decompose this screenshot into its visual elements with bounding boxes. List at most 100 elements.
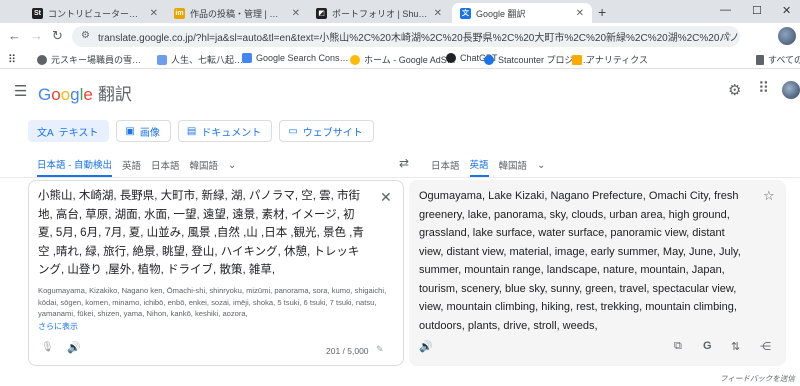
mode-text-button[interactable]: 文A テキスト <box>28 120 110 142</box>
close-tab-icon[interactable]: ✕ <box>576 8 584 19</box>
new-tab-icon[interactable]: + <box>598 4 606 20</box>
image-icon: ▣ <box>125 125 135 137</box>
forward-icon[interactable]: → <box>30 28 43 43</box>
save-translation-star-icon[interactable]: ☆ <box>763 188 775 204</box>
chevron-down-icon[interactable]: ⌄ <box>537 160 545 171</box>
minimize-icon[interactable]: — <box>720 4 731 16</box>
tab-strip: St コントリビューターの投稿播出：レビ… ✕ im 作品の投稿・管理 | イメ… <box>0 0 800 23</box>
bookmark-star-icon[interactable]: ☆ <box>721 29 732 43</box>
bookmark-3[interactable]: Google Search Cons… <box>242 53 349 63</box>
share-icon[interactable]: ⋲ <box>760 340 771 353</box>
tab-title: Google 翻訳 <box>476 8 526 19</box>
search-console-icon <box>242 53 252 63</box>
transliteration-text: Kogumayama, Kizakiko, Nagano ken, Ōmachi… <box>38 286 387 318</box>
browser-tab-1[interactable]: St コントリビューターの投稿播出：レビ… ✕ <box>24 3 166 23</box>
settings-gear-icon[interactable]: ⚙ <box>728 81 741 99</box>
google-icon[interactable]: G <box>703 340 712 352</box>
bookmark-label: 人生、七転八起… <box>171 55 244 65</box>
mode-label: テキスト <box>58 127 99 139</box>
adsense-icon <box>350 54 360 65</box>
listen-source-icon[interactable]: 🔊 <box>67 341 81 354</box>
target-lang-japanese[interactable]: 日本語 <box>431 154 460 176</box>
google-apps-icon[interactable]: ⠿ <box>758 79 769 97</box>
mode-website-button[interactable]: ▭ ウェブサイト <box>279 120 374 142</box>
target-language-bar: 日本語 英語 韓国語 ⌄ <box>431 153 545 177</box>
bookmark-4[interactable]: ホーム - Google AdS… <box>350 53 456 66</box>
divider <box>0 177 800 178</box>
swap-languages-icon[interactable]: ⇄ <box>399 156 409 170</box>
url-text: translate.google.co.jp/?hl=ja&sl=auto&tl… <box>98 33 740 44</box>
chatgpt-icon <box>446 53 456 63</box>
shutterstock-icon: ◩ <box>316 7 327 19</box>
source-lang-korean[interactable]: 韓国語 <box>189 154 218 176</box>
shutterstock-contributor-icon: St <box>32 7 43 19</box>
close-window-icon[interactable]: ✕ <box>782 4 791 17</box>
translation-panel: Ogumayama, Lake Kizaki, Nagano Prefectur… <box>409 180 786 366</box>
source-lang-japanese[interactable]: 日本語 <box>151 154 180 176</box>
browser-tab-4[interactable]: 文 Google 翻訳 ✕ <box>452 3 592 23</box>
bookmark-label: Google Search Cons… <box>256 53 349 63</box>
browser-tab-2[interactable]: im 作品の投稿・管理 | イメージマート ✕ <box>166 3 308 23</box>
handwriting-icon[interactable]: ✎ <box>376 344 384 355</box>
target-lang-korean[interactable]: 韓国語 <box>499 154 528 176</box>
listen-translation-icon[interactable]: 🔊 <box>419 340 433 353</box>
profile-avatar[interactable] <box>778 27 796 45</box>
clear-text-icon[interactable]: ✕ <box>380 189 392 206</box>
logo-letter: o <box>51 85 61 104</box>
reload-icon[interactable]: ↻ <box>52 28 63 44</box>
bookmark-2[interactable]: 人生、七転八起… <box>157 53 243 66</box>
google-translate-icon: 文 <box>460 7 471 19</box>
statcounter-icon <box>484 54 494 65</box>
maximize-icon[interactable]: ☐ <box>752 4 762 17</box>
mode-label: 画像 <box>139 127 160 139</box>
source-panel: 小熊山, 木崎湖, 長野県, 大町市, 新緑, 湖, パノラマ, 空, 雲, 市… <box>28 180 404 366</box>
character-count: 201 / 5,000 <box>326 346 369 356</box>
close-tab-icon[interactable]: ✕ <box>292 8 300 19</box>
bookmark-7[interactable]: アナリティクス <box>572 53 648 66</box>
folder-icon <box>756 54 764 65</box>
apps-grid-icon[interactable]: ⠿ <box>8 53 16 66</box>
address-bar[interactable]: ⚙ translate.google.co.jp/?hl=ja&sl=auto&… <box>72 26 740 47</box>
globe-icon <box>37 54 47 65</box>
logo-letter: G <box>38 85 52 104</box>
browser-toolbar: ← → ↻ ⚙ translate.google.co.jp/?hl=ja&sl… <box>0 23 800 50</box>
account-avatar[interactable] <box>782 81 800 99</box>
bookmark-label: アナリティクス <box>586 55 649 65</box>
main-menu-icon[interactable]: ☰ <box>14 82 27 100</box>
mode-image-button[interactable]: ▣ 画像 <box>116 120 171 142</box>
copy-icon[interactable]: ⧉ <box>674 340 682 353</box>
source-text-input[interactable]: 小熊山, 木崎湖, 長野県, 大町市, 新緑, 湖, パノラマ, 空, 雲, 市… <box>38 187 368 280</box>
tab-title: ポートフォリオ | Shutterstock <box>332 8 429 19</box>
bookmark-label: 元スキー場職員の雪… <box>51 55 142 65</box>
back-icon[interactable]: ← <box>8 28 21 43</box>
google-translate-logo[interactable]: G o o g l e 翻訳 <box>38 80 132 105</box>
chevron-down-icon[interactable]: ⌄ <box>228 160 236 171</box>
mode-label: ウェブサイト <box>302 127 363 139</box>
bookmarks-bar: ⠿ 元スキー場職員の雪… 人生、七転八起… Google Search Cons… <box>0 50 800 69</box>
translated-text: Ogumayama, Lake Kizaki, Nagano Prefectur… <box>419 190 741 332</box>
tab-title: コントリビューターの投稿播出：レビ… <box>48 8 145 19</box>
browser-tab-3[interactable]: ◩ ポートフォリオ | Shutterstock ✕ <box>308 3 450 23</box>
rate-translation-icon[interactable]: ⇅ <box>731 340 740 353</box>
logo-letter: g <box>70 85 80 104</box>
logo-letter: o <box>60 85 71 104</box>
website-icon: ▭ <box>288 125 298 137</box>
microphone-icon[interactable]: 🎙 <box>41 342 54 353</box>
close-tab-icon[interactable]: ✕ <box>434 8 442 19</box>
product-name: 翻訳 <box>97 85 132 104</box>
source-lang-english[interactable]: 英語 <box>122 154 141 176</box>
send-feedback-link[interactable]: フィードバックを送信 <box>720 373 795 384</box>
target-lang-english[interactable]: 英語 <box>469 153 489 177</box>
translation-mode-tabs: 文A テキスト ▣ 画像 ▤ ドキュメント ▭ ウェブサイト <box>28 120 374 142</box>
bookmark-1[interactable]: 元スキー場職員の雪… <box>37 53 141 66</box>
source-lang-detect[interactable]: 日本語 - 自動検出 <box>37 153 112 177</box>
site-info-icon[interactable]: ⚙ <box>81 30 90 41</box>
mode-document-button[interactable]: ▤ ドキュメント <box>177 120 273 142</box>
bookmark-label: ホーム - Google AdS… <box>364 55 456 65</box>
text-translate-icon: 文A <box>37 127 54 139</box>
imagemart-icon: im <box>174 7 185 19</box>
logo-letter: e <box>83 85 93 104</box>
close-tab-icon[interactable]: ✕ <box>150 8 158 19</box>
all-bookmarks[interactable]: すべてのブ <box>756 53 800 66</box>
show-more-link[interactable]: さらに表示 <box>38 321 78 332</box>
